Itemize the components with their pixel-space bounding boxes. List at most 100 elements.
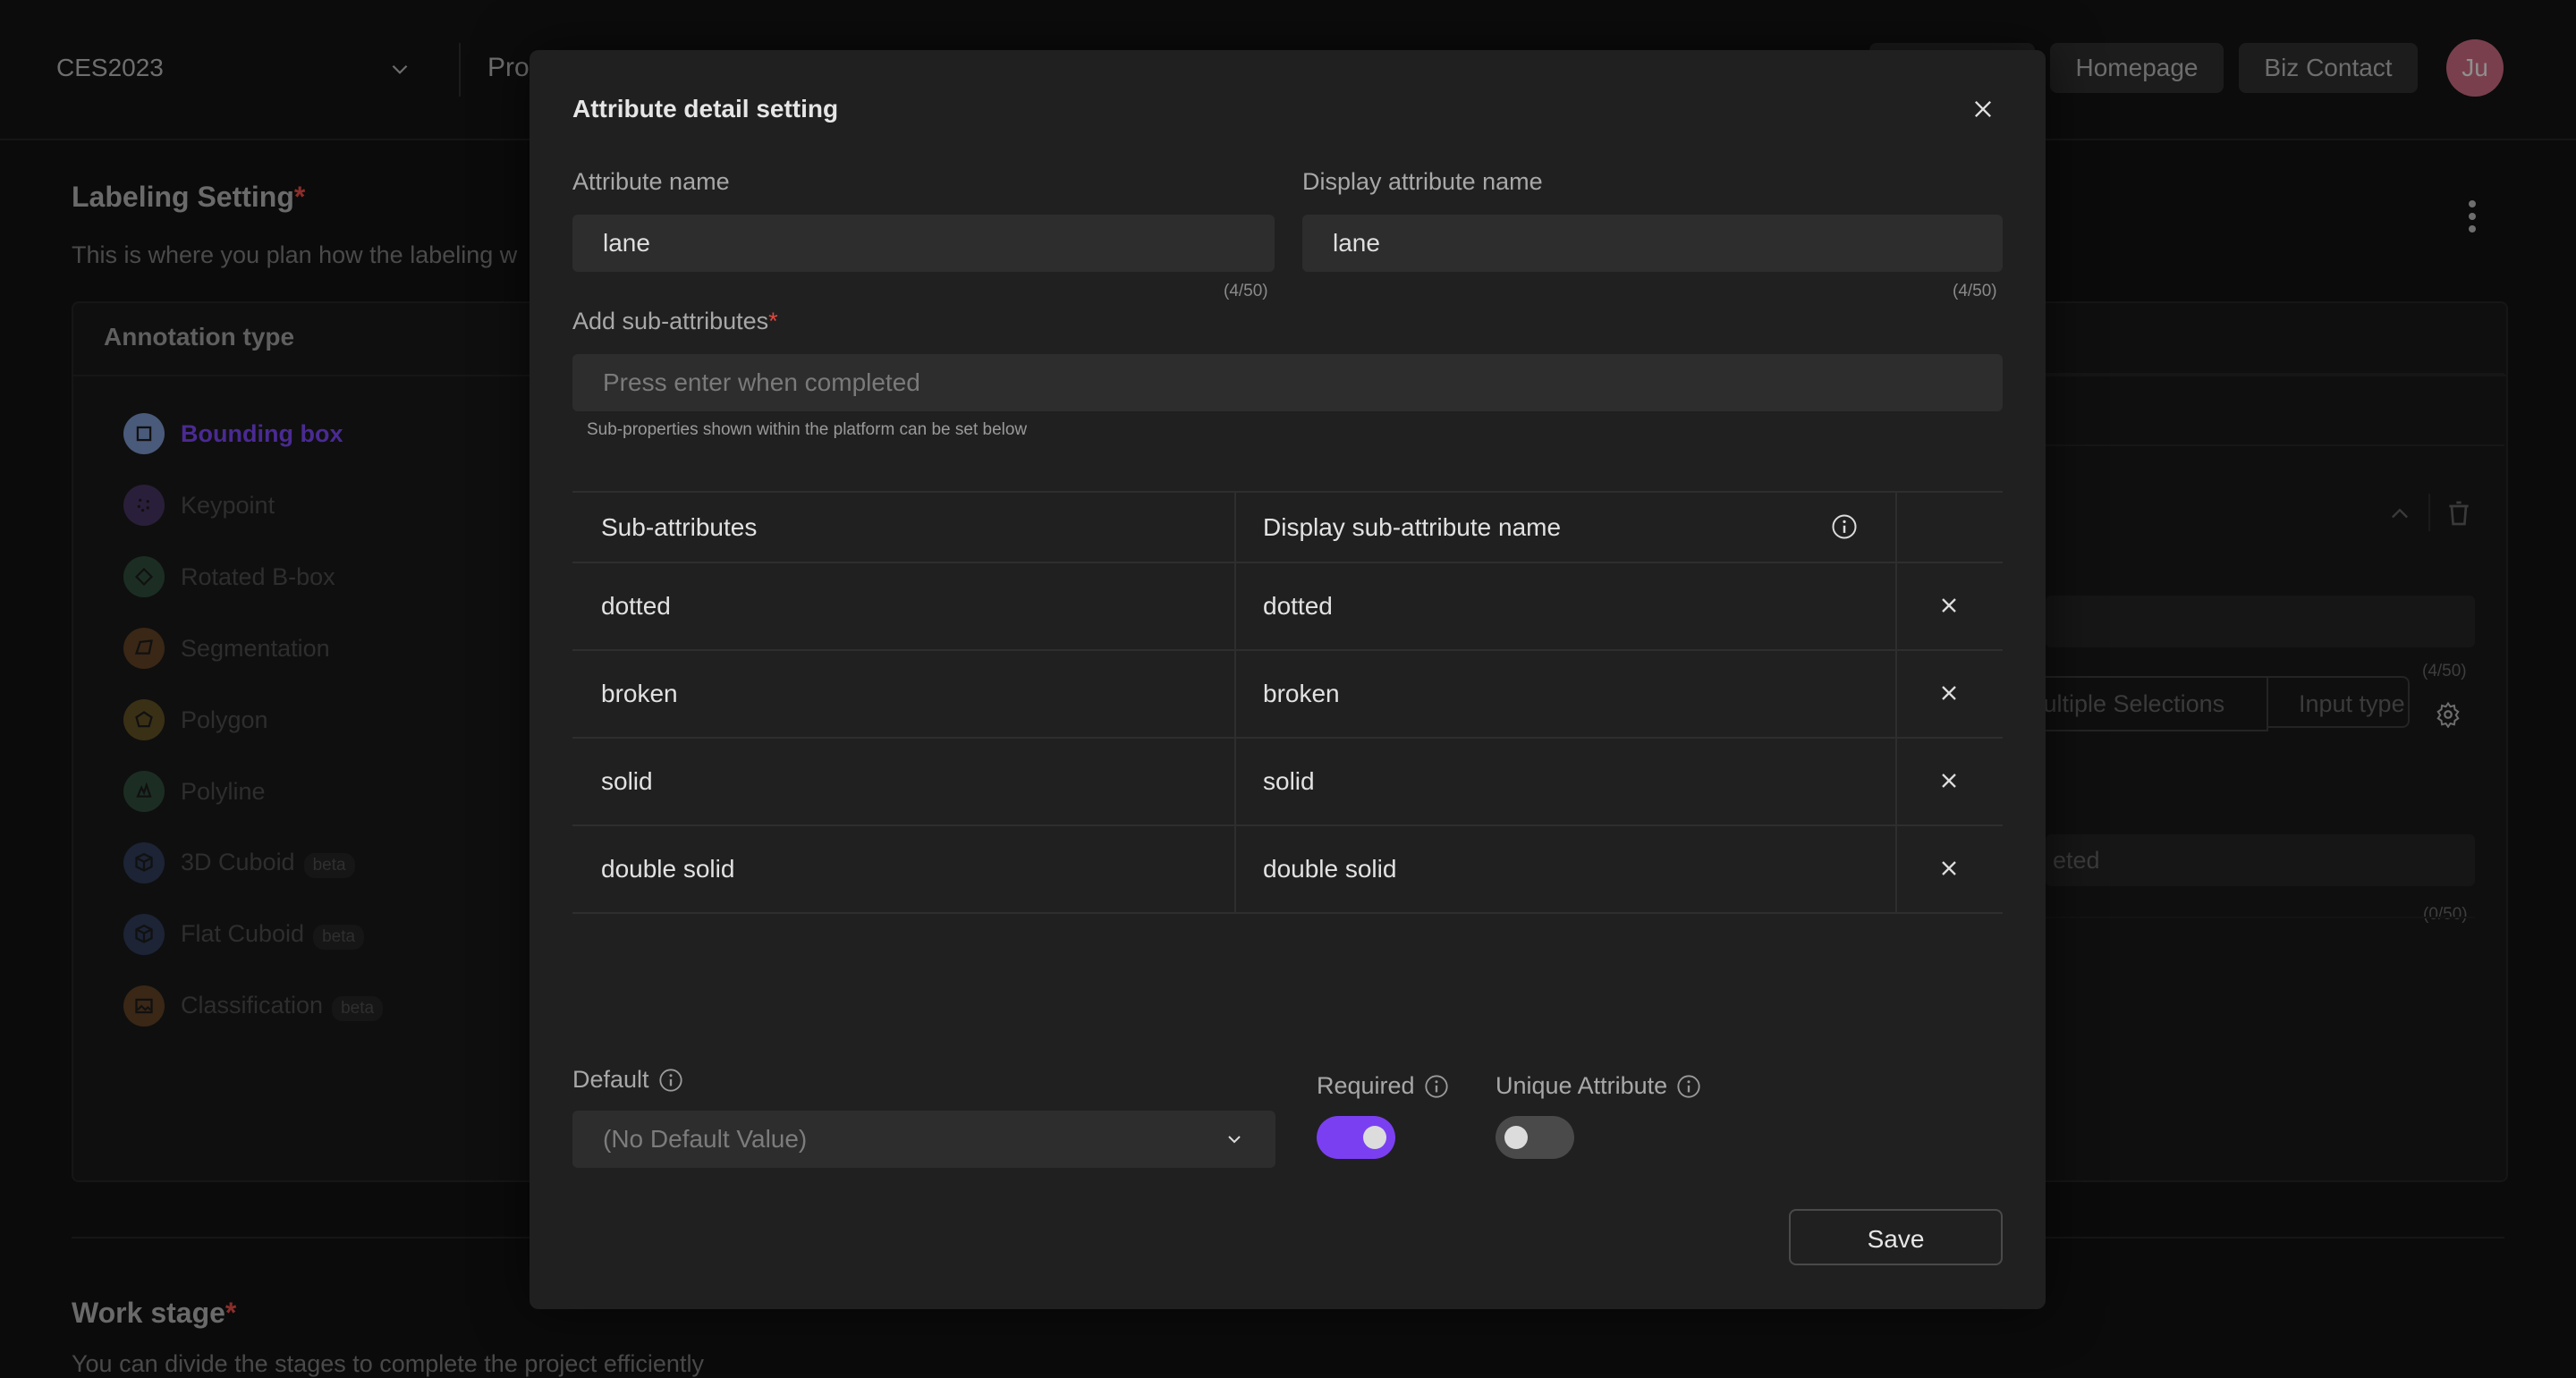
- display-attribute-name-input[interactable]: lane: [1302, 215, 2003, 272]
- column-header-display-name: Display sub-attribute name: [1263, 512, 1562, 541]
- annotation-type-label: Polygon: [181, 706, 268, 733]
- unique-attribute-label-text: Unique Attribute: [1496, 1072, 1668, 1099]
- required-star: *: [768, 308, 778, 334]
- add-sub-attributes-label-text: Add sub-attributes: [572, 308, 769, 334]
- sub-attribute-input-bg[interactable]: eted: [2046, 834, 2475, 886]
- attribute-name-counter: (4/50): [1224, 282, 1268, 300]
- char-counter: (0/50): [2423, 905, 2468, 924]
- default-value-select[interactable]: (No Default Value): [572, 1111, 1275, 1168]
- default-select-value: (No Default Value): [603, 1125, 808, 1153]
- rotated-bbox-icon: [123, 556, 165, 597]
- multiple-selections-option[interactable]: Multiple Selections: [2030, 676, 2268, 731]
- toggle-knob: [1504, 1126, 1528, 1149]
- gear-icon[interactable]: [2435, 701, 2462, 728]
- column-divider: [1895, 491, 1897, 914]
- add-sub-attribute-input[interactable]: Press enter when completed: [572, 354, 2003, 411]
- annotation-type-label: Classification beta: [181, 992, 384, 1021]
- info-icon[interactable]: [658, 1068, 683, 1093]
- add-sub-attributes-label: Add sub-attributes*: [572, 308, 778, 335]
- work-stage-title-text: Work stage: [72, 1297, 225, 1329]
- sub-attribute-cell: dotted: [601, 592, 671, 620]
- column-divider: [1234, 491, 1236, 914]
- table-row: double solid double solid: [572, 826, 2003, 914]
- placeholder-partial: eted: [2053, 847, 2100, 874]
- project-select[interactable]: CES2023: [56, 50, 414, 86]
- required-star: *: [293, 181, 306, 213]
- table-header-row: Sub-attributes Display sub-attribute nam…: [572, 491, 2003, 563]
- annotation-type-item[interactable]: Rotated B-box: [123, 555, 335, 598]
- biz-contact-button[interactable]: Biz Contact: [2239, 43, 2418, 93]
- remove-row-icon[interactable]: [1936, 856, 1962, 881]
- beta-badge: beta: [332, 995, 384, 1021]
- required-star: *: [225, 1297, 237, 1329]
- save-button[interactable]: Save: [1789, 1209, 2003, 1265]
- annotation-type-item[interactable]: Polygon: [123, 698, 268, 741]
- chevron-up-icon[interactable]: [2387, 502, 2412, 527]
- display-name-cell[interactable]: solid: [1263, 739, 1315, 824]
- divider: [2046, 444, 2504, 446]
- display-name-cell[interactable]: broken: [1263, 651, 1340, 737]
- remove-row-icon[interactable]: [1936, 593, 1962, 618]
- annotation-type-item[interactable]: Classification beta: [123, 985, 384, 1027]
- beta-badge: beta: [313, 924, 365, 950]
- homepage-button[interactable]: Homepage: [2050, 43, 2224, 93]
- annotation-type-item[interactable]: Flat Cuboid beta: [123, 913, 365, 956]
- remove-row-icon[interactable]: [1936, 681, 1962, 706]
- cuboid-icon: [123, 842, 165, 883]
- sub-attribute-cell: broken: [601, 680, 678, 707]
- required-label: Required: [1317, 1072, 1449, 1100]
- chevron-down-icon: [1228, 1136, 1241, 1144]
- multiple-selections-label: Multiple Selections: [2030, 690, 2225, 717]
- work-stage-description: You can divide the stages to complete th…: [72, 1350, 704, 1377]
- remove-row-icon[interactable]: [1936, 768, 1962, 793]
- display-name-cell[interactable]: dotted: [1263, 563, 1333, 649]
- labeling-setting-title: Labeling Setting*: [72, 181, 305, 214]
- attribute-name-input-bg[interactable]: [2046, 596, 2475, 647]
- default-label-text: Default: [572, 1066, 649, 1093]
- display-name-cell[interactable]: double solid: [1263, 826, 1396, 912]
- divider: [2046, 373, 2504, 375]
- close-icon[interactable]: [1970, 97, 1996, 122]
- labeling-setting-title-text: Labeling Setting: [72, 181, 294, 213]
- annotation-type-label: Keypoint: [181, 491, 275, 519]
- page-title: Pro: [487, 53, 530, 82]
- table-row: dotted dotted: [572, 563, 2003, 651]
- divider: [2046, 917, 2475, 918]
- modal-title: Attribute detail setting: [572, 95, 839, 123]
- bounding-box-icon: [123, 413, 165, 454]
- attribute-detail-modal: Attribute detail setting Attribute name …: [530, 50, 2046, 1309]
- polygon-icon: [123, 699, 165, 740]
- display-attribute-name-counter: (4/50): [1953, 282, 1997, 300]
- annotation-type-item[interactable]: Bounding box: [123, 412, 343, 455]
- sub-attribute-cell: solid: [601, 767, 653, 795]
- info-icon[interactable]: [1676, 1074, 1701, 1099]
- chevron-down-icon[interactable]: [388, 57, 411, 80]
- annotation-type-label: Segmentation: [181, 634, 330, 662]
- project-select-value: CES2023: [56, 54, 164, 81]
- annotation-type-item[interactable]: Keypoint: [123, 484, 275, 527]
- required-label-text: Required: [1317, 1072, 1415, 1099]
- display-attribute-name-label: Display attribute name: [1302, 168, 1543, 195]
- default-label: Default: [572, 1066, 683, 1094]
- unique-attribute-label: Unique Attribute: [1496, 1072, 1701, 1100]
- unique-attribute-toggle[interactable]: [1496, 1116, 1574, 1159]
- more-options-icon[interactable]: [2467, 199, 2478, 234]
- header-divider: [459, 43, 461, 97]
- char-counter: (4/50): [2422, 662, 2467, 681]
- annotation-type-item[interactable]: Polyline: [123, 770, 266, 813]
- annotation-type-item[interactable]: 3D Cuboid beta: [123, 841, 355, 884]
- trash-icon[interactable]: [2445, 499, 2473, 528]
- info-icon[interactable]: [1424, 1074, 1449, 1099]
- toggle-knob: [1363, 1126, 1386, 1149]
- polyline-icon: [123, 771, 165, 812]
- attribute-name-label: Attribute name: [572, 168, 730, 195]
- attribute-name-input[interactable]: lane: [572, 215, 1275, 272]
- table-body: dotted dotted broken broken solid solid double…: [572, 563, 2003, 914]
- annotation-type-label: Bounding box: [181, 419, 343, 447]
- info-icon[interactable]: [1831, 513, 1858, 540]
- avatar[interactable]: Ju: [2446, 39, 2504, 97]
- segmentation-icon: [123, 628, 165, 669]
- required-toggle[interactable]: [1317, 1116, 1395, 1159]
- annotation-type-item[interactable]: Segmentation: [123, 627, 330, 670]
- input-type-option[interactable]: Input type: [2267, 676, 2410, 728]
